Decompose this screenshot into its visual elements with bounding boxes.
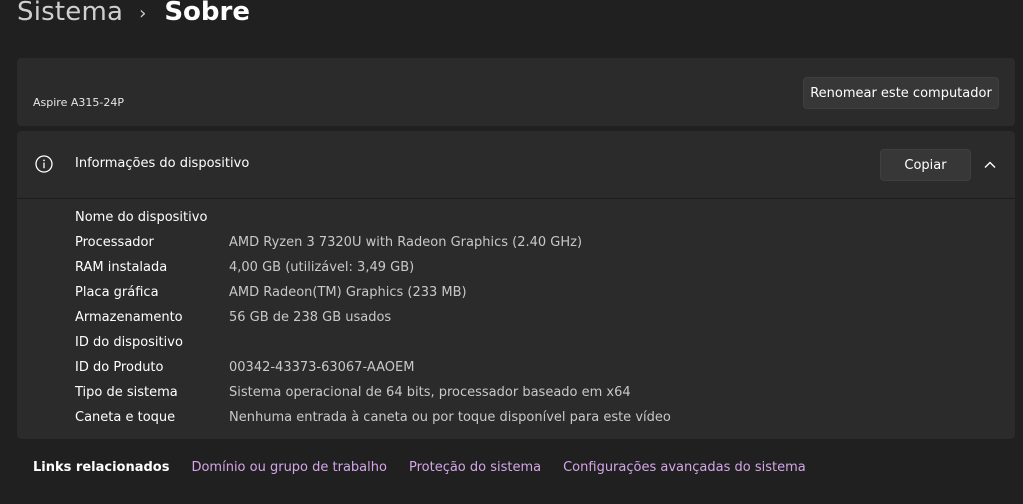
- spec-label: ID do Produto: [75, 360, 164, 375]
- info-icon: [35, 155, 53, 173]
- breadcrumb: Sistema › Sobre: [17, 0, 250, 31]
- related-links: Links relacionados Domínio ou grupo de t…: [33, 460, 828, 475]
- spec-value: 4,00 GB (utilizável: 3,49 GB): [229, 260, 415, 275]
- spec-label: Armazenamento: [75, 310, 183, 325]
- link-advanced-system-settings[interactable]: Configurações avançadas do sistema: [563, 460, 806, 475]
- page-title: Sobre: [164, 0, 250, 27]
- device-info-header[interactable]: Informações do dispositivo Copiar: [17, 131, 1015, 199]
- spec-value: AMD Ryzen 3 7320U with Radeon Graphics (…: [229, 235, 583, 250]
- device-info-card: Informações do dispositivo Copiar Nome d…: [17, 131, 1015, 439]
- spec-value: Sistema operacional de 64 bits, processa…: [229, 385, 631, 400]
- breadcrumb-sistema[interactable]: Sistema: [17, 0, 123, 27]
- spec-label: Nome do dispositivo: [75, 210, 208, 225]
- chevron-up-icon[interactable]: [983, 158, 997, 172]
- spec-label: Tipo de sistema: [75, 385, 178, 400]
- spec-value: 00342-43373-63067-AAOEM: [229, 360, 415, 375]
- spec-value: Nenhuma entrada à caneta ou por toque di…: [229, 410, 671, 425]
- device-name-card: Aspire A315-24P Renomear este computador: [17, 58, 1015, 126]
- copy-button[interactable]: Copiar: [880, 149, 971, 181]
- device-info-title: Informações do dispositivo: [75, 156, 250, 171]
- spec-label: Processador: [75, 235, 154, 250]
- rename-computer-button[interactable]: Renomear este computador: [803, 77, 999, 109]
- spec-label: Caneta e toque: [75, 410, 176, 425]
- spec-value: 56 GB de 238 GB usados: [229, 310, 392, 325]
- breadcrumb-separator-icon: ›: [139, 2, 147, 24]
- spec-label: RAM instalada: [75, 260, 168, 275]
- spec-label: Placa gráfica: [75, 285, 159, 300]
- link-system-protection[interactable]: Proteção do sistema: [409, 460, 541, 475]
- related-links-title: Links relacionados: [33, 460, 170, 475]
- spec-value: AMD Radeon(TM) Graphics (233 MB): [229, 285, 467, 300]
- device-name: Aspire A315-24P: [33, 96, 124, 109]
- spec-label: ID do dispositivo: [75, 335, 183, 350]
- link-domain-workgroup[interactable]: Domínio ou grupo de trabalho: [191, 460, 387, 475]
